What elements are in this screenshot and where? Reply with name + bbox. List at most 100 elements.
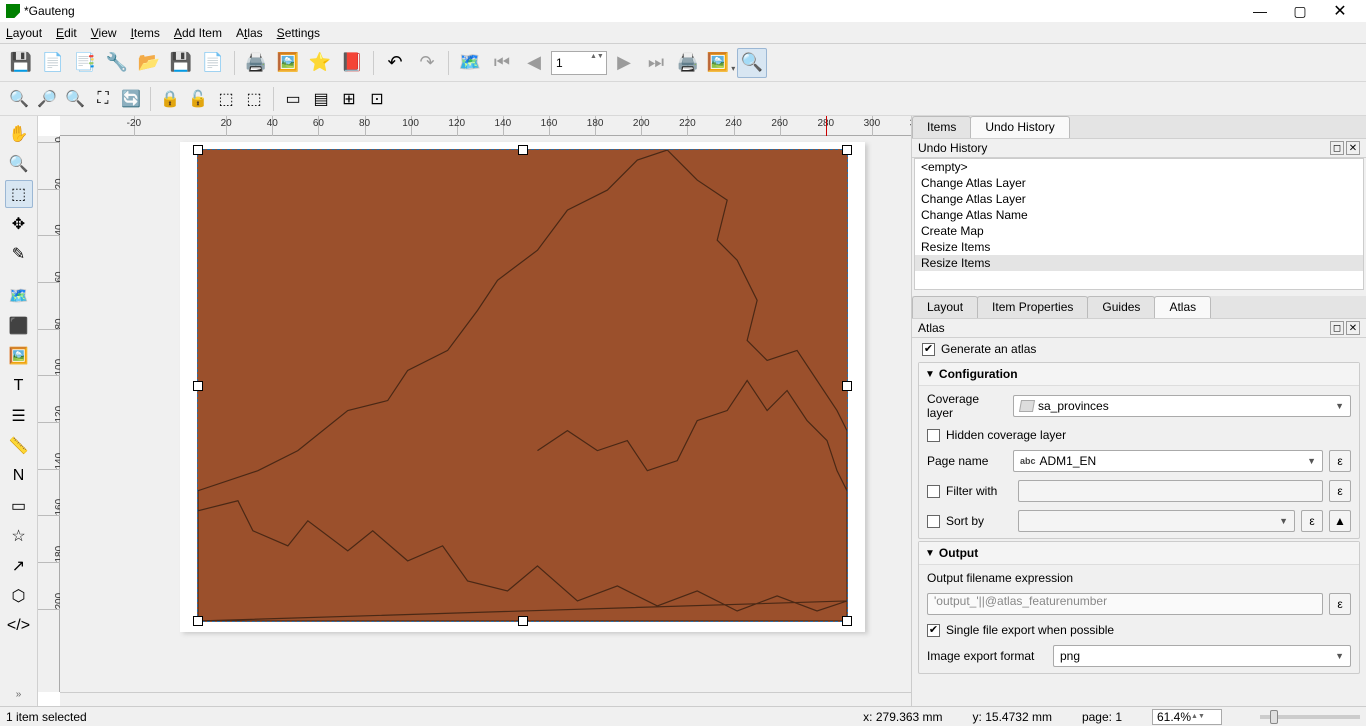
atlas-export-icon[interactable]: 🖼️ bbox=[705, 48, 735, 78]
spin-arrows-icon[interactable]: ▲▼ bbox=[1191, 713, 1201, 720]
atlas-settings-icon[interactable]: 🔍 bbox=[737, 48, 767, 78]
undo-item[interactable]: Change Atlas Layer bbox=[915, 191, 1363, 207]
toolbox-overflow-icon[interactable]: » bbox=[16, 689, 22, 700]
lock-items-icon[interactable]: 🔒 bbox=[157, 86, 183, 112]
expression-button[interactable]: ε bbox=[1329, 593, 1351, 615]
raise-icon[interactable]: ▭ bbox=[280, 86, 306, 112]
sort-direction-button[interactable]: ▲ bbox=[1329, 510, 1351, 532]
panel-float-icon[interactable]: ◻ bbox=[1330, 141, 1344, 155]
menu-view[interactable]: View bbox=[91, 26, 117, 40]
atlas-next-icon[interactable]: ▶ bbox=[609, 48, 639, 78]
zoom-full-icon[interactable]: ⛶ bbox=[90, 86, 116, 112]
panel-close-icon[interactable]: ✕ bbox=[1346, 141, 1360, 155]
spin-arrows-icon[interactable]: ▲▼ bbox=[590, 52, 602, 74]
panel-float-icon[interactable]: ◻ bbox=[1330, 321, 1344, 335]
menu-items[interactable]: Items bbox=[131, 26, 160, 40]
atlas-prev-icon[interactable]: ◀ bbox=[519, 48, 549, 78]
zoom-tool-icon[interactable]: 🔍 bbox=[5, 150, 33, 178]
save-template-icon[interactable]: 💾 bbox=[166, 48, 196, 78]
map-item[interactable] bbox=[197, 149, 848, 622]
maximize-button[interactable]: ▢ bbox=[1280, 0, 1320, 22]
add-nodes-icon[interactable]: ⬡ bbox=[5, 582, 33, 610]
menu-settings[interactable]: Settings bbox=[277, 26, 320, 40]
image-format-combo[interactable]: png ▼ bbox=[1053, 645, 1351, 667]
new-layout-icon[interactable]: 📄 bbox=[38, 48, 68, 78]
sort-checkbox[interactable] bbox=[927, 515, 940, 528]
menu-edit[interactable]: Edit bbox=[56, 26, 77, 40]
print-icon[interactable]: 🖨️ bbox=[241, 48, 271, 78]
filter-checkbox[interactable] bbox=[927, 485, 940, 498]
menu-add-item[interactable]: Add Item bbox=[174, 26, 222, 40]
hidden-coverage-checkbox[interactable] bbox=[927, 429, 940, 442]
edit-nodes-tool-icon[interactable]: ✎ bbox=[5, 240, 33, 268]
refresh-icon[interactable]: 🔄 bbox=[118, 86, 144, 112]
expression-button[interactable]: ε bbox=[1329, 480, 1351, 502]
layout-page[interactable] bbox=[180, 142, 865, 632]
output-header[interactable]: ▼ Output bbox=[919, 542, 1359, 565]
sort-combo[interactable]: ▼ bbox=[1018, 510, 1295, 532]
tab-items[interactable]: Items bbox=[912, 116, 971, 138]
undo-item[interactable]: Resize Items bbox=[915, 255, 1363, 271]
add-north-arrow-icon[interactable]: N bbox=[5, 462, 33, 490]
add-label-icon[interactable]: T bbox=[5, 372, 33, 400]
add-3dmap-icon[interactable]: ⬛ bbox=[5, 312, 33, 340]
tab-layout[interactable]: Layout bbox=[912, 296, 978, 318]
configuration-header[interactable]: ▼ Configuration bbox=[919, 363, 1359, 386]
undo-item[interactable]: <empty> bbox=[915, 159, 1363, 175]
generate-atlas-checkbox[interactable]: ✔ bbox=[922, 343, 935, 356]
ungroup-icon[interactable]: ⬚ bbox=[241, 86, 267, 112]
resize-handle[interactable] bbox=[842, 381, 852, 391]
zoom-input[interactable]: 61.4% ▲▼ bbox=[1152, 709, 1222, 725]
slider-thumb[interactable] bbox=[1270, 710, 1278, 724]
generate-atlas-row[interactable]: ✔ Generate an atlas bbox=[914, 338, 1364, 360]
tab-guides[interactable]: Guides bbox=[1087, 296, 1155, 318]
coverage-layer-combo[interactable]: sa_provinces ▼ bbox=[1013, 395, 1351, 417]
add-page-icon[interactable]: 📄 bbox=[198, 48, 228, 78]
atlas-last-icon[interactable]: ⏭ bbox=[641, 48, 671, 78]
horizontal-scrollbar[interactable] bbox=[60, 692, 911, 706]
resize-handle[interactable] bbox=[842, 145, 852, 155]
zoom-out-icon[interactable]: 🔎 bbox=[34, 86, 60, 112]
hidden-coverage-row[interactable]: Hidden coverage layer bbox=[927, 428, 1351, 442]
menu-layout[interactable]: Layout bbox=[6, 26, 42, 40]
unlock-items-icon[interactable]: 🔓 bbox=[185, 86, 211, 112]
duplicate-layout-icon[interactable]: 📑 bbox=[70, 48, 100, 78]
layout-manager-icon[interactable]: 🔧 bbox=[102, 48, 132, 78]
single-file-row[interactable]: ✔ Single file export when possible bbox=[927, 623, 1351, 637]
zoom-slider[interactable] bbox=[1260, 715, 1360, 719]
panel-close-icon[interactable]: ✕ bbox=[1346, 321, 1360, 335]
add-legend-icon[interactable]: ☰ bbox=[5, 402, 33, 430]
menu-atlas[interactable]: Atlas bbox=[236, 26, 263, 40]
atlas-page-spin[interactable]: 1 ▲▼ bbox=[551, 51, 607, 75]
atlas-first-icon[interactable]: ⏮ bbox=[487, 48, 517, 78]
page-name-combo[interactable]: abc ADM1_EN ▼ bbox=[1013, 450, 1323, 472]
zoom-actual-icon[interactable]: 🔍 bbox=[62, 86, 88, 112]
align-left-icon[interactable]: ▤ bbox=[308, 86, 334, 112]
group-icon[interactable]: ⬚ bbox=[213, 86, 239, 112]
layout-canvas[interactable]: -202040608010012014016018020022024026028… bbox=[38, 116, 911, 706]
add-picture-icon[interactable]: 🖼️ bbox=[5, 342, 33, 370]
undo-history-list[interactable]: <empty>Change Atlas LayerChange Atlas La… bbox=[914, 158, 1364, 290]
add-html-icon[interactable]: </> bbox=[5, 612, 33, 640]
close-button[interactable]: ✕ bbox=[1320, 0, 1360, 22]
minimize-button[interactable]: — bbox=[1240, 0, 1280, 22]
resize-handle[interactable] bbox=[518, 145, 528, 155]
expression-button[interactable]: ε bbox=[1301, 510, 1323, 532]
undo-item[interactable]: Create Map bbox=[915, 223, 1363, 239]
atlas-preview-icon[interactable]: 🗺️ bbox=[455, 48, 485, 78]
distribute-icon[interactable]: ⊞ bbox=[336, 86, 362, 112]
resize-handle[interactable] bbox=[193, 145, 203, 155]
resize-handle[interactable] bbox=[193, 616, 203, 626]
undo-icon[interactable]: ↶ bbox=[380, 48, 410, 78]
export-pdf-icon[interactable]: 📕 bbox=[337, 48, 367, 78]
add-shape-icon[interactable]: ▭ bbox=[5, 492, 33, 520]
move-content-tool-icon[interactable]: ✥ bbox=[5, 210, 33, 238]
resize-handle[interactable] bbox=[842, 616, 852, 626]
open-template-icon[interactable]: 📂 bbox=[134, 48, 164, 78]
expression-button[interactable]: ε bbox=[1329, 450, 1351, 472]
select-tool-icon[interactable]: ⬚ bbox=[5, 180, 33, 208]
export-image-icon[interactable]: 🖼️ bbox=[273, 48, 303, 78]
filter-input[interactable] bbox=[1018, 480, 1323, 502]
ruler-vertical[interactable]: -20020406080100120140160180200 bbox=[38, 136, 60, 692]
undo-item[interactable]: Change Atlas Layer bbox=[915, 175, 1363, 191]
